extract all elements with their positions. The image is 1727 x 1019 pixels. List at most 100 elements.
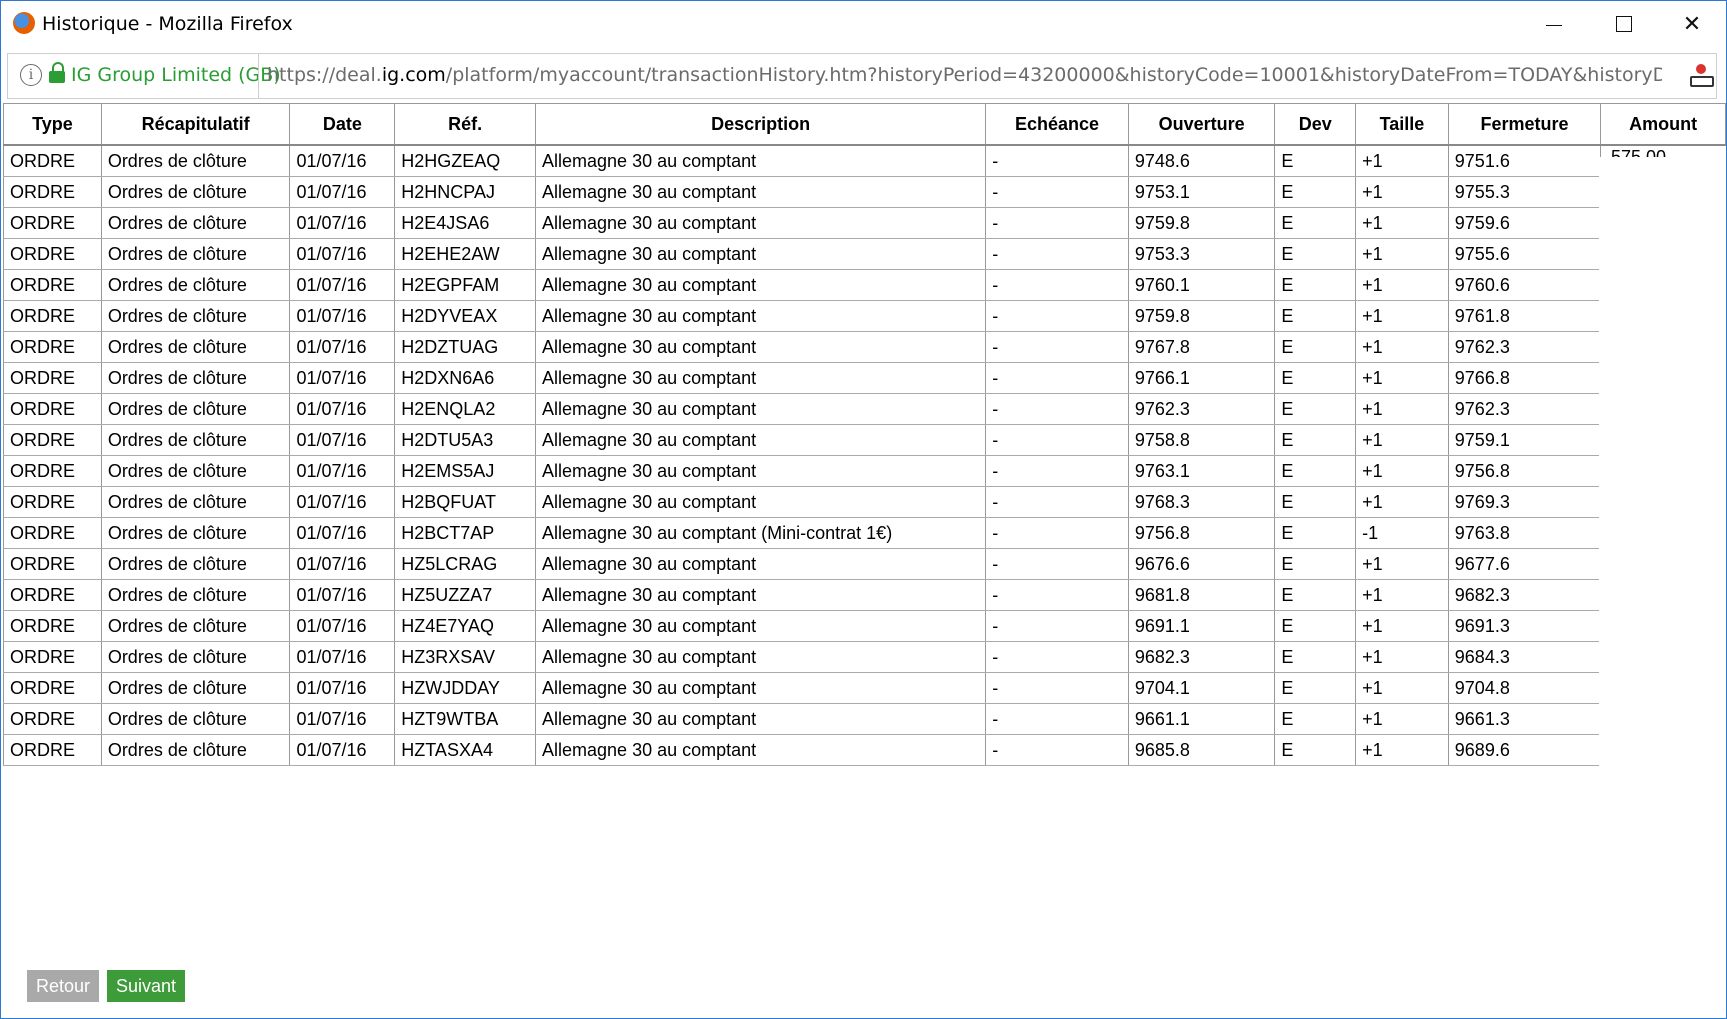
info-icon[interactable]: i bbox=[20, 64, 42, 86]
cell-date: 01/07/16 bbox=[289, 393, 396, 425]
cell-ouverture: 9753.1 bbox=[1127, 176, 1276, 208]
cell-description: Allemagne 30 au comptant bbox=[535, 238, 987, 270]
cell-echeance: - bbox=[985, 207, 1129, 239]
cell-type: ORDRE bbox=[3, 610, 102, 642]
cell-taille: +1 bbox=[1355, 331, 1449, 363]
table-row: ORDRE Ordres de clôture 01/07/16 H2DYVEAX Al… bbox=[3, 300, 1726, 332]
cell-type: ORDRE bbox=[3, 362, 102, 394]
maximize-button[interactable] bbox=[1589, 1, 1659, 47]
cell-echeance: - bbox=[985, 517, 1129, 549]
cell-description: Allemagne 30 au comptant bbox=[535, 144, 987, 177]
url-bar[interactable]: i IG Group Limited (GB) https://deal.ig.… bbox=[7, 53, 1717, 99]
cell-type: ORDRE bbox=[3, 424, 102, 456]
column-header-ouverture[interactable]: Ouverture bbox=[1127, 104, 1276, 146]
table-row: ORDRE Ordres de clôture 01/07/16 H2EMS5AJ Al… bbox=[3, 455, 1726, 487]
cell-recapitulatif: Ordres de clôture bbox=[100, 144, 291, 177]
site-identity[interactable]: IG Group Limited (GB) bbox=[71, 64, 281, 86]
cell-recapitulatif: Ordres de clôture bbox=[100, 610, 291, 642]
cell-recapitulatif: Ordres de clôture bbox=[100, 455, 291, 487]
cell-description: Allemagne 30 au comptant bbox=[535, 424, 987, 456]
cell-fermeture: 9755.6 bbox=[1447, 238, 1602, 270]
cell-fermeture: 9684.3 bbox=[1447, 641, 1602, 673]
cell-recapitulatif: Ordres de clôture bbox=[100, 486, 291, 518]
cell-echeance: - bbox=[985, 548, 1129, 580]
cell-ouverture: 9691.1 bbox=[1127, 610, 1276, 642]
cell-dev: E bbox=[1274, 641, 1357, 673]
column-header-echeance[interactable]: Echéance bbox=[985, 104, 1129, 146]
cell-echeance: - bbox=[985, 331, 1129, 363]
cell-fermeture: 9766.8 bbox=[1447, 362, 1602, 394]
cell-date: 01/07/16 bbox=[289, 610, 396, 642]
firefox-icon bbox=[13, 12, 35, 34]
next-button[interactable]: Suivant bbox=[107, 970, 186, 1002]
cell-taille: +1 bbox=[1355, 672, 1449, 704]
column-header-taille[interactable]: Taille bbox=[1355, 104, 1449, 146]
cell-echeance: - bbox=[985, 610, 1129, 642]
cell-taille: +1 bbox=[1355, 455, 1449, 487]
cell-date: 01/07/16 bbox=[289, 734, 396, 766]
cell-ref: H2DZTUAG bbox=[394, 331, 537, 363]
cell-echeance: - bbox=[985, 641, 1129, 673]
cell-taille: -1 bbox=[1355, 517, 1449, 549]
column-header-description[interactable]: Description bbox=[535, 104, 987, 146]
cell-date: 01/07/16 bbox=[289, 548, 396, 580]
cell-ouverture: 9661.1 bbox=[1127, 703, 1276, 735]
page-content: Type Récapitulatif Date Réf. Description Eché… bbox=[3, 103, 1726, 1018]
cell-ouverture: 9704.1 bbox=[1127, 672, 1276, 704]
stamp-icon[interactable] bbox=[1690, 64, 1714, 87]
cell-dev: E bbox=[1274, 734, 1357, 766]
table-row: ORDRE Ordres de clôture 01/07/16 HZ5LCRAG Al… bbox=[3, 548, 1726, 580]
cell-ref: H2DYVEAX bbox=[394, 300, 537, 332]
browser-window: Historique - Mozilla Firefox ✕ i IG Grou… bbox=[0, 0, 1727, 1019]
cell-ouverture: 9768.3 bbox=[1127, 486, 1276, 518]
cell-ref: H2BQFUAT bbox=[394, 486, 537, 518]
cell-dev: E bbox=[1274, 393, 1357, 425]
lock-icon[interactable] bbox=[49, 62, 65, 84]
column-header-recapitulatif[interactable]: Récapitulatif bbox=[100, 104, 291, 146]
cell-date: 01/07/16 bbox=[289, 331, 396, 363]
url-input[interactable]: https://deal.ig.com/platform/myaccount/t… bbox=[267, 64, 1662, 86]
cell-dev: E bbox=[1274, 424, 1357, 456]
cell-date: 01/07/16 bbox=[289, 703, 396, 735]
minimize-button[interactable] bbox=[1519, 1, 1589, 47]
cell-date: 01/07/16 bbox=[289, 269, 396, 301]
url-divider bbox=[258, 54, 259, 98]
column-header-amount[interactable]: Amount bbox=[1600, 104, 1726, 146]
column-header-ref[interactable]: Réf. bbox=[394, 104, 537, 146]
cell-fermeture: 9751.6 bbox=[1447, 144, 1602, 177]
cell-ref: H2EHE2AW bbox=[394, 238, 537, 270]
cell-type: ORDRE bbox=[3, 579, 102, 611]
table-row: ORDRE Ordres de clôture 01/07/16 HZ4E7YAQ Al… bbox=[3, 610, 1726, 642]
cell-dev: E bbox=[1274, 362, 1357, 394]
close-button[interactable]: ✕ bbox=[1657, 1, 1726, 47]
cell-date: 01/07/16 bbox=[289, 455, 396, 487]
cell-ref: HZ4E7YAQ bbox=[394, 610, 537, 642]
title-bar: Historique - Mozilla Firefox ✕ bbox=[1, 1, 1726, 47]
back-button[interactable]: Retour bbox=[27, 970, 100, 1002]
column-header-date[interactable]: Date bbox=[289, 104, 396, 146]
cell-description: Allemagne 30 au comptant bbox=[535, 269, 987, 301]
cell-recapitulatif: Ordres de clôture bbox=[100, 424, 291, 456]
cell-taille: +1 bbox=[1355, 269, 1449, 301]
cell-ref: HZWJDDAY bbox=[394, 672, 537, 704]
cell-date: 01/07/16 bbox=[289, 641, 396, 673]
cell-dev: E bbox=[1274, 176, 1357, 208]
cell-taille: +1 bbox=[1355, 424, 1449, 456]
cell-dev: E bbox=[1274, 703, 1357, 735]
table-row: ORDRE Ordres de clôture 01/07/16 H2DXN6A6 Al… bbox=[3, 362, 1726, 394]
cell-dev: E bbox=[1274, 269, 1357, 301]
cell-ouverture: 9760.1 bbox=[1127, 269, 1276, 301]
cell-fermeture: 9691.3 bbox=[1447, 610, 1602, 642]
cell-recapitulatif: Ordres de clôture bbox=[100, 548, 291, 580]
cell-type: ORDRE bbox=[3, 300, 102, 332]
column-header-type[interactable]: Type bbox=[3, 104, 102, 146]
cell-date: 01/07/16 bbox=[289, 424, 396, 456]
cell-description: Allemagne 30 au comptant bbox=[535, 176, 987, 208]
cell-ref: H2HNCPAJ bbox=[394, 176, 537, 208]
cell-taille: +1 bbox=[1355, 176, 1449, 208]
column-header-fermeture[interactable]: Fermeture bbox=[1447, 104, 1602, 146]
table-row: ORDRE Ordres de clôture 01/07/16 H2DTU5A3 Al… bbox=[3, 424, 1726, 456]
table-row: ORDRE Ordres de clôture 01/07/16 HZTASXA4 Al… bbox=[3, 734, 1726, 766]
cell-date: 01/07/16 bbox=[289, 486, 396, 518]
column-header-dev[interactable]: Dev bbox=[1274, 104, 1357, 146]
